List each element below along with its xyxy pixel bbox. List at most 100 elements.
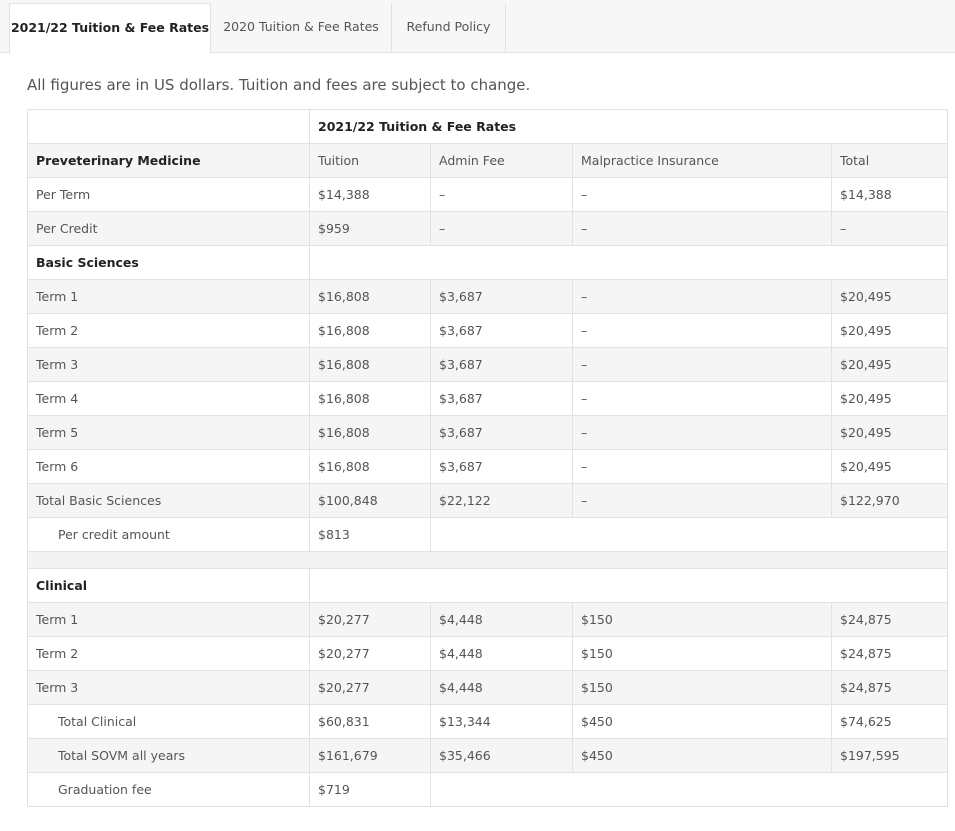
cell-malpractice: – bbox=[572, 415, 832, 450]
cell-total: $24,875 bbox=[830, 670, 949, 705]
table-row: Per Credit $959 – – – bbox=[27, 211, 949, 246]
table-row: Term 5 $16,808 $3,687 – $20,495 bbox=[27, 415, 949, 450]
cell-admin-fee: $35,466 bbox=[430, 738, 573, 773]
cell-total: $20,495 bbox=[830, 381, 949, 416]
row-label: Term 1 bbox=[27, 279, 310, 314]
cell-admin-fee: $3,687 bbox=[430, 279, 573, 314]
tab-2021-22-rates[interactable]: 2021/22 Tuition & Fee Rates bbox=[9, 3, 211, 54]
cell-malpractice: $150 bbox=[572, 670, 832, 705]
row-label: Total SOVM all years bbox=[27, 738, 310, 773]
row-label: Term 2 bbox=[27, 636, 310, 671]
table-row-per-credit: Per credit amount $813 bbox=[27, 517, 949, 552]
table-row-total-sovm: Total SOVM all years $161,679 $35,466 $4… bbox=[27, 738, 949, 773]
cell-total: – bbox=[830, 211, 949, 246]
column-header-total: Total bbox=[830, 143, 949, 178]
cell-total: $24,875 bbox=[830, 636, 949, 671]
cell-tuition: $60,831 bbox=[309, 704, 431, 739]
cell-total: $20,495 bbox=[830, 313, 949, 348]
cell-malpractice: – bbox=[572, 449, 832, 484]
cell-tuition: $719 bbox=[309, 772, 431, 807]
cell-malpractice: – bbox=[572, 347, 832, 382]
cell-total: $74,625 bbox=[830, 704, 949, 739]
cell-tuition: $100,848 bbox=[309, 483, 431, 518]
cell-admin-fee: $3,687 bbox=[430, 415, 573, 450]
tab-bar: 2021/22 Tuition & Fee Rates 2020 Tuition… bbox=[0, 0, 955, 54]
cell-malpractice: – bbox=[572, 483, 832, 518]
section-row-basic-sciences: Basic Sciences bbox=[27, 245, 949, 280]
row-label: Per credit amount bbox=[27, 517, 310, 552]
cell-malpractice: $450 bbox=[572, 704, 832, 739]
cell-tuition: $14,388 bbox=[309, 177, 431, 212]
row-label: Term 2 bbox=[27, 313, 310, 348]
column-header-tuition: Tuition bbox=[309, 143, 431, 178]
cell-total: $197,595 bbox=[830, 738, 949, 773]
table-row: Term 3 $16,808 $3,687 – $20,495 bbox=[27, 347, 949, 382]
cell-total: $122,970 bbox=[830, 483, 949, 518]
cell-tuition: $20,277 bbox=[309, 602, 431, 637]
cell-malpractice: – bbox=[572, 381, 832, 416]
cell-admin-fee: $4,448 bbox=[430, 670, 573, 705]
spacer-row bbox=[26, 551, 949, 569]
row-label: Term 1 bbox=[27, 602, 310, 637]
tuition-fee-table: 2021/22 Tuition & Fee Rates Preveterinar… bbox=[26, 109, 949, 807]
cell-total: $20,495 bbox=[830, 415, 949, 450]
row-label: Per Term bbox=[27, 177, 310, 212]
column-header-malpractice: Malpractice Insurance bbox=[572, 143, 832, 178]
cell-admin-fee: $4,448 bbox=[430, 636, 573, 671]
table-row: Term 3 $20,277 $4,448 $150 $24,875 bbox=[27, 670, 949, 705]
cell-admin-fee: $3,687 bbox=[430, 347, 573, 382]
row-label: Term 3 bbox=[27, 347, 310, 382]
table-header-row: Preveterinary Medicine Tuition Admin Fee… bbox=[27, 143, 949, 178]
cell-total: $20,495 bbox=[830, 449, 949, 484]
cell-admin-fee: $4,448 bbox=[430, 602, 573, 637]
table-row: Per Term $14,388 – – $14,388 bbox=[27, 177, 949, 212]
cell-malpractice: $150 bbox=[572, 636, 832, 671]
cell-admin-fee: $22,122 bbox=[430, 483, 573, 518]
cell-admin-fee: $3,687 bbox=[430, 313, 573, 348]
section-row-clinical: Clinical bbox=[27, 568, 949, 603]
column-header-admin-fee: Admin Fee bbox=[430, 143, 573, 178]
table-row: Term 1 $16,808 $3,687 – $20,495 bbox=[27, 279, 949, 314]
cell-total: $20,495 bbox=[830, 347, 949, 382]
cell-malpractice: $450 bbox=[572, 738, 832, 773]
cell-total: $20,495 bbox=[830, 279, 949, 314]
cell-tuition: $16,808 bbox=[309, 347, 431, 382]
cell-malpractice: – bbox=[572, 211, 832, 246]
cell-admin-fee: $13,344 bbox=[430, 704, 573, 739]
cell-admin-fee: – bbox=[430, 211, 573, 246]
row-label: Term 4 bbox=[27, 381, 310, 416]
table-caption-row: 2021/22 Tuition & Fee Rates bbox=[27, 109, 949, 144]
row-label: Total Basic Sciences bbox=[27, 483, 310, 518]
cell-tuition: $20,277 bbox=[309, 636, 431, 671]
cell-tuition: $16,808 bbox=[309, 313, 431, 348]
tab-2020-rates[interactable]: 2020 Tuition & Fee Rates bbox=[211, 3, 392, 53]
cell-total: $24,875 bbox=[830, 602, 949, 637]
cell-admin-fee: $3,687 bbox=[430, 381, 573, 416]
table-caption: 2021/22 Tuition & Fee Rates bbox=[308, 109, 949, 144]
currency-note: All figures are in US dollars. Tuition a… bbox=[27, 76, 531, 94]
cell-malpractice: – bbox=[572, 177, 832, 212]
cell-admin-fee: $3,687 bbox=[430, 449, 573, 484]
table-row-total-clinical: Total Clinical $60,831 $13,344 $450 $74,… bbox=[27, 704, 949, 739]
section-heading-preveterinary: Preveterinary Medicine bbox=[27, 143, 310, 178]
cell-total: $14,388 bbox=[830, 177, 949, 212]
section-heading-basic-sciences: Basic Sciences bbox=[27, 245, 310, 280]
cell-malpractice: $150 bbox=[572, 602, 832, 637]
cell-malpractice: – bbox=[572, 279, 832, 314]
section-heading-clinical: Clinical bbox=[27, 568, 310, 603]
row-label: Total Clinical bbox=[27, 704, 310, 739]
cell-tuition: $16,808 bbox=[309, 381, 431, 416]
table-row: Term 2 $16,808 $3,687 – $20,495 bbox=[27, 313, 949, 348]
row-label: Per Credit bbox=[27, 211, 310, 246]
cell-tuition: $161,679 bbox=[309, 738, 431, 773]
table-row: Term 1 $20,277 $4,448 $150 $24,875 bbox=[27, 602, 949, 637]
row-label: Graduation fee bbox=[27, 772, 310, 807]
row-label: Term 3 bbox=[27, 670, 310, 705]
tab-refund-policy[interactable]: Refund Policy bbox=[392, 3, 506, 53]
cell-tuition: $16,808 bbox=[309, 279, 431, 314]
cell-admin-fee: – bbox=[430, 177, 573, 212]
table-row: Term 6 $16,808 $3,687 – $20,495 bbox=[27, 449, 949, 484]
table-row: Term 4 $16,808 $3,687 – $20,495 bbox=[27, 381, 949, 416]
cell-tuition: $20,277 bbox=[309, 670, 431, 705]
cell-tuition: $16,808 bbox=[309, 449, 431, 484]
